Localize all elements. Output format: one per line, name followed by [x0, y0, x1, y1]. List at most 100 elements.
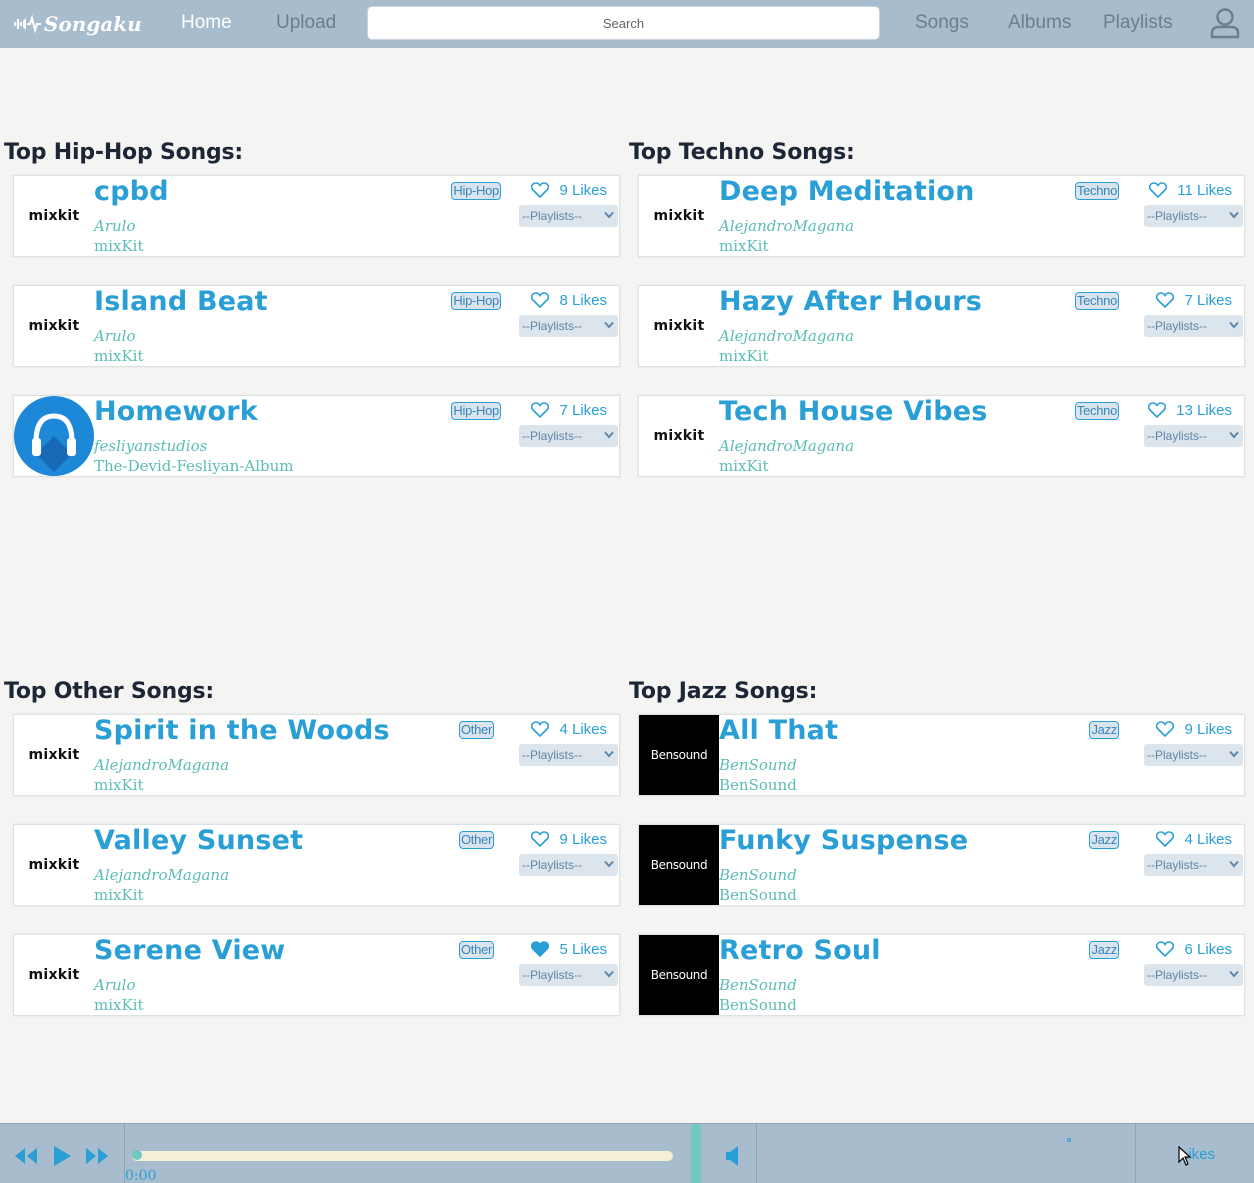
genre-badge[interactable]: Techno [1074, 292, 1119, 310]
song-artist[interactable]: BenSound [719, 866, 797, 884]
search-input[interactable] [367, 6, 880, 40]
song-thumbnail[interactable]: mixkit [14, 286, 94, 366]
progress-track[interactable] [132, 1151, 673, 1161]
genre-badge[interactable]: Other [458, 831, 494, 849]
volume-slider[interactable] [691, 1124, 701, 1183]
song-thumbnail[interactable]: mixkit [14, 715, 94, 795]
song-title[interactable]: Island Beat [94, 286, 268, 317]
song-title[interactable]: Tech House Vibes [719, 396, 988, 427]
song-card[interactable]: mixkit Serene View Arulo mixKit Other 5 Likes… [13, 934, 620, 1016]
genre-badge[interactable]: Hip-Hop [451, 402, 501, 420]
song-artist[interactable]: BenSound [719, 756, 797, 774]
song-album[interactable]: BenSound [719, 996, 797, 1014]
play-icon[interactable] [52, 1145, 72, 1167]
song-artist[interactable]: Arulo [94, 327, 136, 345]
genre-badge[interactable]: Other [458, 721, 494, 739]
song-album[interactable]: mixKit [719, 347, 769, 365]
song-card[interactable]: mixkit Hazy After Hours AlejandroMagana mix… [638, 285, 1245, 367]
heart-icon[interactable] [1149, 182, 1168, 198]
song-artist[interactable]: AlejandroMagana [94, 866, 229, 884]
song-artist[interactable]: AlejandroMagana [719, 437, 854, 455]
song-album[interactable]: BenSound [719, 886, 797, 904]
song-title[interactable]: All That [719, 715, 838, 746]
song-card[interactable]: Homework fesliyanstudios The-Devid-Fesliya… [13, 395, 620, 477]
song-thumbnail[interactable]: Bensound [639, 715, 719, 795]
rewind-icon[interactable] [14, 1147, 38, 1165]
playlist-select[interactable]: --Playlists-- [519, 854, 618, 876]
song-thumbnail[interactable]: Bensound [639, 935, 719, 1015]
heart-icon[interactable] [531, 402, 550, 418]
playlist-select[interactable]: --Playlists-- [519, 964, 618, 986]
heart-icon[interactable] [1156, 292, 1175, 308]
heart-filled-icon[interactable] [531, 941, 550, 957]
nav-home[interactable]: Home [181, 12, 232, 34]
song-thumbnail[interactable]: mixkit [639, 396, 719, 476]
song-title[interactable]: Serene View [94, 935, 285, 966]
song-artist[interactable]: AlejandroMagana [719, 217, 854, 235]
song-thumbnail[interactable]: mixkit [14, 825, 94, 905]
genre-badge[interactable]: Jazz [1089, 831, 1119, 849]
fast-forward-icon[interactable] [85, 1147, 109, 1165]
heart-icon[interactable] [1156, 831, 1175, 847]
song-card[interactable]: mixkit Tech House Vibes AlejandroMagana mix… [638, 395, 1245, 477]
playlist-select[interactable]: --Playlists-- [1144, 854, 1243, 876]
playlist-select[interactable]: --Playlists-- [1144, 205, 1243, 227]
song-thumbnail[interactable] [14, 396, 94, 476]
song-album[interactable]: mixKit [719, 457, 769, 475]
playlist-select[interactable]: --Playlists-- [1144, 425, 1243, 447]
song-card[interactable]: mixkit Spirit in the Woods AlejandroMagana… [13, 714, 620, 796]
song-card[interactable]: Bensound Retro Soul BenSound BenSound Jazz 6 … [638, 934, 1245, 1016]
nav-upload[interactable]: Upload [276, 12, 336, 34]
playlist-select[interactable]: --Playlists-- [519, 315, 618, 337]
song-thumbnail[interactable]: mixkit [14, 935, 94, 1015]
song-thumbnail[interactable]: mixkit [639, 176, 719, 256]
song-title[interactable]: Retro Soul [719, 935, 881, 966]
playlist-select[interactable]: --Playlists-- [519, 425, 618, 447]
genre-badge[interactable]: Hip-Hop [451, 182, 501, 200]
song-thumbnail[interactable]: mixkit [639, 286, 719, 366]
playlist-select[interactable]: --Playlists-- [1144, 964, 1243, 986]
song-album[interactable]: mixKit [94, 996, 144, 1014]
song-card[interactable]: mixkit Valley Sunset AlejandroMagana mixKit… [13, 824, 620, 906]
song-title[interactable]: Hazy After Hours [719, 286, 982, 317]
heart-icon[interactable] [1156, 941, 1175, 957]
playlist-select[interactable]: --Playlists-- [1144, 744, 1243, 766]
genre-badge[interactable]: Hip-Hop [451, 292, 501, 310]
nav-playlists[interactable]: Playlists [1103, 12, 1173, 34]
playlist-select[interactable]: --Playlists-- [1144, 315, 1243, 337]
song-title[interactable]: Valley Sunset [94, 825, 303, 856]
progress-thumb[interactable] [132, 1150, 142, 1160]
genre-badge[interactable]: Other [458, 941, 494, 959]
song-artist[interactable]: Arulo [94, 217, 136, 235]
song-thumbnail[interactable]: mixkit [14, 176, 94, 256]
genre-badge[interactable]: Techno [1074, 182, 1119, 200]
song-album[interactable]: mixKit [94, 776, 144, 794]
song-artist[interactable]: AlejandroMagana [719, 327, 854, 345]
song-artist[interactable]: Arulo [94, 976, 136, 994]
heart-icon[interactable] [531, 831, 550, 847]
nav-songs[interactable]: Songs [915, 12, 969, 34]
song-thumbnail[interactable]: Bensound [639, 825, 719, 905]
song-title[interactable]: Spirit in the Woods [94, 715, 390, 746]
volume-icon[interactable] [725, 1145, 741, 1167]
song-title[interactable]: cpbd [94, 176, 169, 207]
songaku-logo[interactable]: Songaku [14, 10, 142, 38]
song-album[interactable]: mixKit [94, 237, 144, 255]
genre-badge[interactable]: Techno [1074, 402, 1119, 420]
song-card[interactable]: mixkit Island Beat Arulo mixKit Hip-Hop 8 Lik… [13, 285, 620, 367]
nav-albums[interactable]: Albums [1008, 12, 1071, 34]
playlist-select[interactable]: --Playlists-- [519, 205, 618, 227]
heart-icon[interactable] [1148, 402, 1167, 418]
genre-badge[interactable]: Jazz [1089, 941, 1119, 959]
song-card[interactable]: mixkit Deep Meditation AlejandroMagana mixK… [638, 175, 1245, 257]
heart-icon[interactable] [1156, 721, 1175, 737]
song-artist[interactable]: AlejandroMagana [94, 756, 229, 774]
heart-icon[interactable] [531, 292, 550, 308]
song-card[interactable]: Bensound All That BenSound BenSound Jazz 9 Li… [638, 714, 1245, 796]
song-card[interactable]: mixkit cpbd Arulo mixKit Hip-Hop 9 Likes --Pla… [13, 175, 620, 257]
song-album[interactable]: mixKit [719, 237, 769, 255]
user-icon[interactable] [1209, 7, 1241, 39]
song-title[interactable]: Deep Meditation [719, 176, 975, 207]
playlist-select[interactable]: --Playlists-- [519, 744, 618, 766]
song-artist[interactable]: BenSound [719, 976, 797, 994]
